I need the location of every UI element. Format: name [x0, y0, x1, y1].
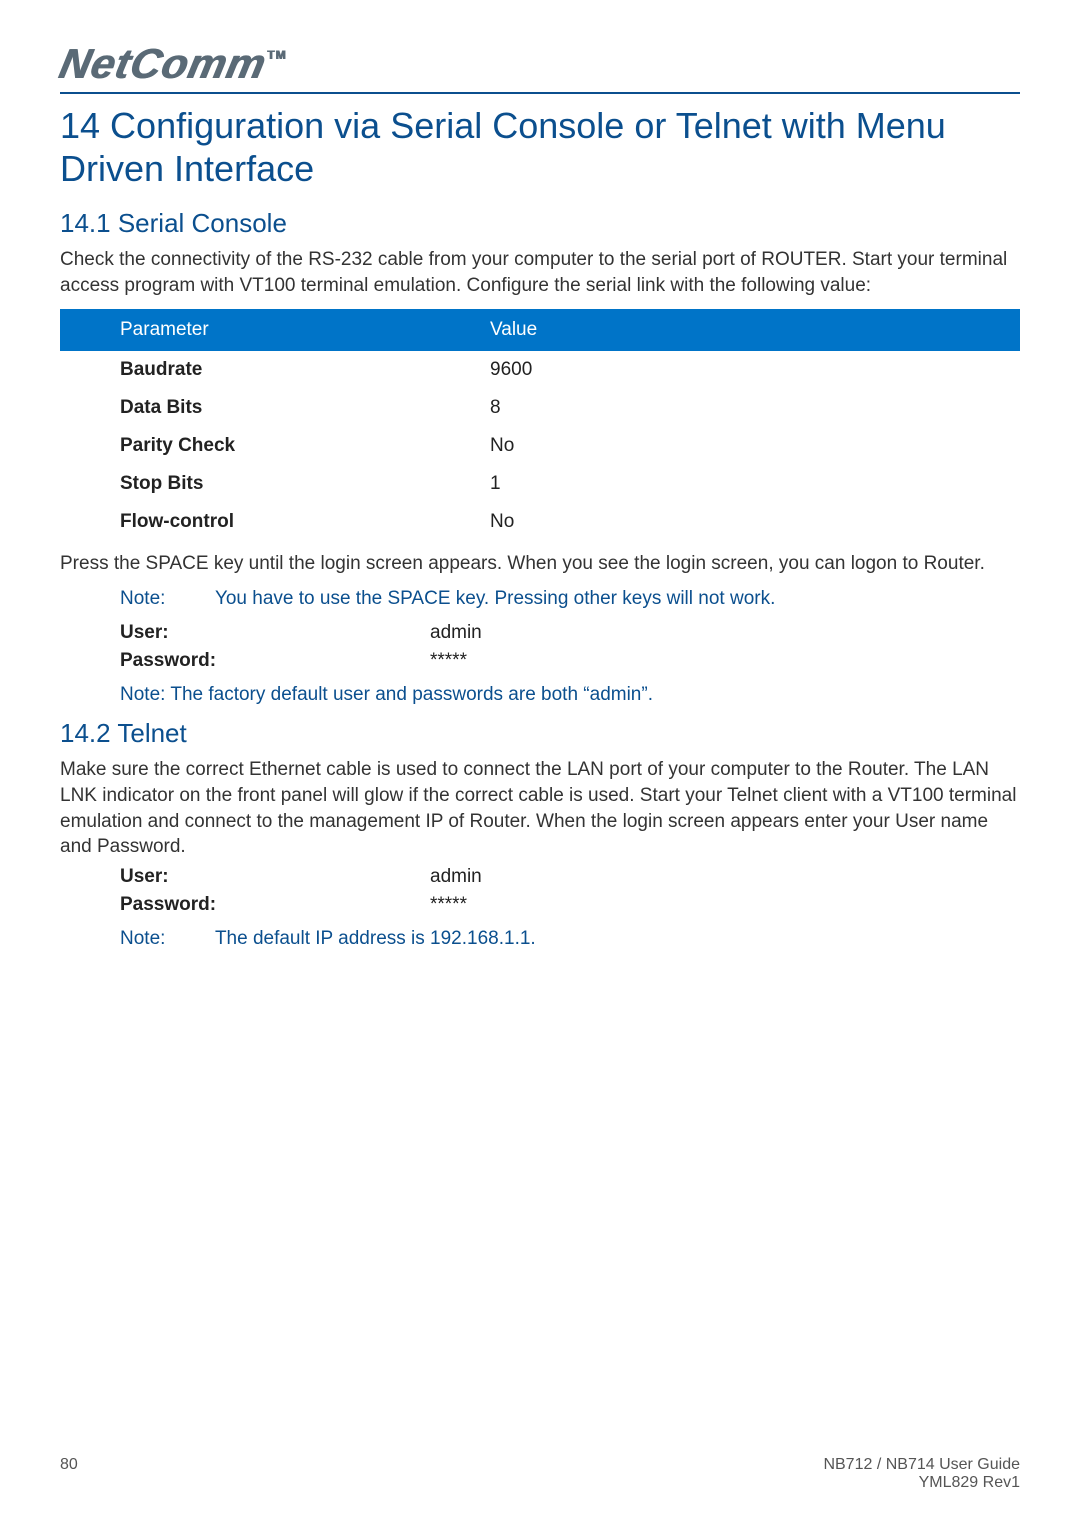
- note-default-ip: Note: The default IP address is 192.168.…: [120, 928, 980, 950]
- param-label: Flow-control: [60, 503, 490, 541]
- cred-row: User: admin: [120, 866, 980, 888]
- page-footer: 80 NB712 / NB714 User Guide YML829 Rev1: [60, 1456, 1020, 1492]
- cred-label: User:: [120, 622, 430, 644]
- section-1-heading: 14.1 Serial Console: [60, 208, 1020, 239]
- chapter-title: 14 Configuration via Serial Console or T…: [60, 104, 1020, 190]
- cred-value: admin: [430, 622, 482, 644]
- cred-value: *****: [430, 894, 467, 916]
- note-label: Note:: [120, 588, 210, 610]
- table-header-parameter: Parameter: [60, 309, 490, 351]
- page-header: NetCommTM: [60, 40, 1020, 94]
- section-2-para-1: Make sure the correct Ethernet cable is …: [60, 757, 1020, 860]
- table-row: Baudrate 9600: [60, 351, 1020, 389]
- serial-params-table: Parameter Value Baudrate 9600 Data Bits …: [60, 309, 1020, 541]
- param-value: No: [490, 427, 1020, 465]
- param-value: 9600: [490, 351, 1020, 389]
- param-label: Stop Bits: [60, 465, 490, 503]
- table-row: Parity Check No: [60, 427, 1020, 465]
- param-label: Data Bits: [60, 389, 490, 427]
- guide-title: NB712 / NB714 User Guide: [823, 1456, 1020, 1474]
- header-rule: [60, 92, 1020, 94]
- cred-label: Password:: [120, 894, 430, 916]
- param-label: Baudrate: [60, 351, 490, 389]
- table-row: Data Bits 8: [60, 389, 1020, 427]
- section-1-para-1: Check the connectivity of the RS-232 cab…: [60, 247, 1020, 298]
- cred-row: User: admin: [120, 622, 980, 644]
- page-number: 80: [60, 1456, 78, 1492]
- cred-value: admin: [430, 866, 482, 888]
- note-text: You have to use the SPACE key. Pressing …: [215, 588, 775, 609]
- section-1-callout: Note: You have to use the SPACE key. Pre…: [60, 588, 1020, 706]
- note-default-credentials: Note: The factory default user and passw…: [120, 684, 980, 706]
- param-value: No: [490, 503, 1020, 541]
- table-header-value: Value: [490, 309, 1020, 351]
- cred-label: User:: [120, 866, 430, 888]
- brand-tm: TM: [267, 48, 286, 62]
- param-value: 8: [490, 389, 1020, 427]
- param-value: 1: [490, 465, 1020, 503]
- cred-label: Password:: [120, 650, 430, 672]
- brand-logo: NetCommTM: [55, 40, 290, 88]
- cred-row: Password: *****: [120, 650, 980, 672]
- doc-revision: YML829 Rev1: [823, 1474, 1020, 1492]
- brand-text: NetComm: [55, 40, 270, 87]
- section-1-para-2: Press the SPACE key until the login scre…: [60, 551, 1020, 577]
- note-space-key: Note: You have to use the SPACE key. Pre…: [120, 588, 980, 610]
- table-row: Stop Bits 1: [60, 465, 1020, 503]
- cred-row: Password: *****: [120, 894, 980, 916]
- table-header-row: Parameter Value: [60, 309, 1020, 351]
- note-text: The default IP address is 192.168.1.1.: [215, 928, 536, 949]
- param-label: Parity Check: [60, 427, 490, 465]
- section-2-heading: 14.2 Telnet: [60, 718, 1020, 749]
- note-label: Note:: [120, 928, 210, 950]
- cred-value: *****: [430, 650, 467, 672]
- table-row: Flow-control No: [60, 503, 1020, 541]
- footer-right: NB712 / NB714 User Guide YML829 Rev1: [823, 1456, 1020, 1492]
- section-2-callout: User: admin Password: ***** Note: The de…: [60, 866, 1020, 950]
